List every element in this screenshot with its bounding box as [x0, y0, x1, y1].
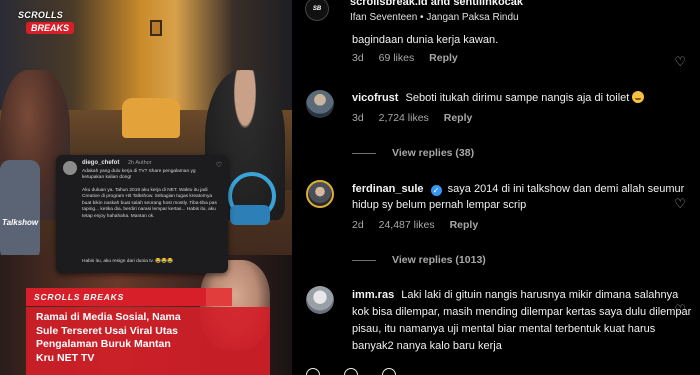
logo-text-bottom: BREAKS	[26, 22, 75, 34]
laughing-emoji-icon	[632, 91, 645, 103]
comment-text: ferdinan_sule ✓ saya 2014 di ini talksho…	[352, 181, 692, 213]
headline-line: Pengalaman Buruk Mantan	[36, 338, 171, 350]
comment-meta: 3d 69 likes Reply	[352, 52, 692, 64]
like-heart-icon[interactable]: ♡	[674, 302, 686, 318]
post-header: SB scrollsbreak.id and sentilinkocak Ifa…	[292, 0, 700, 30]
comment-message: Laki laki di gituin nangis harusnya miki…	[352, 289, 692, 352]
post-authors[interactable]: scrollsbreak.id and sentilinkocak	[350, 0, 523, 8]
reply-button[interactable]: Reply	[429, 52, 458, 64]
reply-button[interactable]: Reply	[444, 112, 473, 124]
comment-body: vicofrust Seboti itukah dirimu sampe nan…	[352, 90, 692, 124]
view-replies-button[interactable]: View replies (1013)	[352, 254, 486, 266]
embedded-time: 2h Author	[128, 160, 152, 166]
comment-username[interactable]: ferdinan_sule	[352, 183, 424, 195]
comment-time: 3d	[352, 112, 364, 124]
like-heart-icon[interactable]: ♡	[674, 54, 686, 70]
commenter-avatar[interactable]	[306, 90, 334, 118]
talkshow-tag: Talkshow	[2, 218, 39, 227]
embedded-avatar	[63, 161, 77, 175]
comment-meta: 3d 2,724 likes Reply	[352, 112, 692, 124]
embedded-paragraph: Adakah yang dulu kerja di TV? Share peng…	[82, 169, 196, 181]
logo-text-top: SCROLLS	[18, 10, 64, 20]
bicycle-seat	[230, 205, 270, 225]
comment-time: 3d	[352, 52, 364, 64]
comment-username[interactable]: imm.ras	[352, 289, 394, 301]
comment-likes[interactable]: 2,724 likes	[379, 112, 429, 124]
comment-time: 2d	[352, 219, 364, 231]
reply-button[interactable]: Reply	[450, 219, 479, 231]
comment-likes[interactable]: 24,487 likes	[379, 219, 435, 231]
commenter-avatar[interactable]	[306, 286, 334, 314]
comment-likes[interactable]: 69 likes	[379, 52, 415, 64]
studio-sofa	[122, 98, 180, 138]
scrollsbreaks-logo: SCROLLS BREAKS	[16, 8, 82, 38]
view-replies-button[interactable]: View replies (38)	[352, 147, 474, 159]
comment-text: imm.ras Laki laki di gituin nangis harus…	[352, 287, 692, 355]
comment-meta: 2d 24,487 likes Reply	[352, 219, 692, 231]
embedded-comment-screenshot: diego_chefot 2h Author ♡ Adakah yang dul…	[56, 155, 228, 273]
embedded-paragraph: Habis itu, aku resign dari dunia tv. 😂😂😂	[82, 259, 174, 264]
audio-track[interactable]: Ifan Seventeen • Jangan Paksa Rindu	[350, 12, 519, 23]
like-heart-icon[interactable]: ♡	[674, 196, 686, 212]
headline-card: SCROLLS BREAKS Ramai di Media Sosial, Na…	[26, 285, 270, 375]
action-bar	[292, 366, 700, 375]
author-avatar[interactable]: SB	[305, 0, 329, 21]
verified-badge-icon: ✓	[430, 185, 442, 196]
commenter-avatar[interactable]	[306, 180, 334, 208]
wall-frame	[150, 20, 162, 36]
headline-line: Ramai di Media Sosial, Nama	[36, 311, 181, 323]
brand-strip: SCROLLS BREAKS	[26, 288, 208, 306]
comment-username[interactable]: vicofrust	[352, 92, 398, 104]
headline-text: Ramai di Media Sosial, Nama Sule Tersere…	[26, 307, 270, 375]
share-icon[interactable]	[382, 368, 396, 375]
embedded-username: diego_chefot	[82, 160, 120, 166]
brand-accent	[206, 288, 232, 306]
comment-body: ferdinan_sule ✓ saya 2014 di ini talksho…	[352, 181, 692, 231]
post-media[interactable]: SCROLLS BREAKS Talkshow diego_chefot 2h …	[0, 0, 292, 375]
comment-icon[interactable]	[344, 368, 358, 375]
embedded-paragraph: Aku duluan ya. Tahun 2019 aku kerja di N…	[82, 188, 217, 219]
comments-panel: SB scrollsbreak.id and sentilinkocak Ifa…	[292, 0, 700, 375]
comment-text: vicofrust Seboti itukah dirimu sampe nan…	[352, 90, 692, 106]
comment-message: Seboti itukah dirimu sampe nangis aja di…	[405, 92, 630, 104]
comment-body: bagindaan dunia kerja kawan. 3d 69 likes…	[352, 32, 692, 64]
headline-line: Sule Terseret Usai Viral Utas	[36, 324, 179, 337]
like-post-icon[interactable]	[306, 368, 320, 375]
embedded-heart-icon: ♡	[215, 162, 222, 169]
comment-body: imm.ras Laki laki di gituin nangis harus…	[352, 287, 692, 355]
comment-text: bagindaan dunia kerja kawan.	[352, 34, 499, 46]
host-arm	[0, 160, 40, 260]
headline-line: Kru NET TV	[36, 351, 95, 364]
